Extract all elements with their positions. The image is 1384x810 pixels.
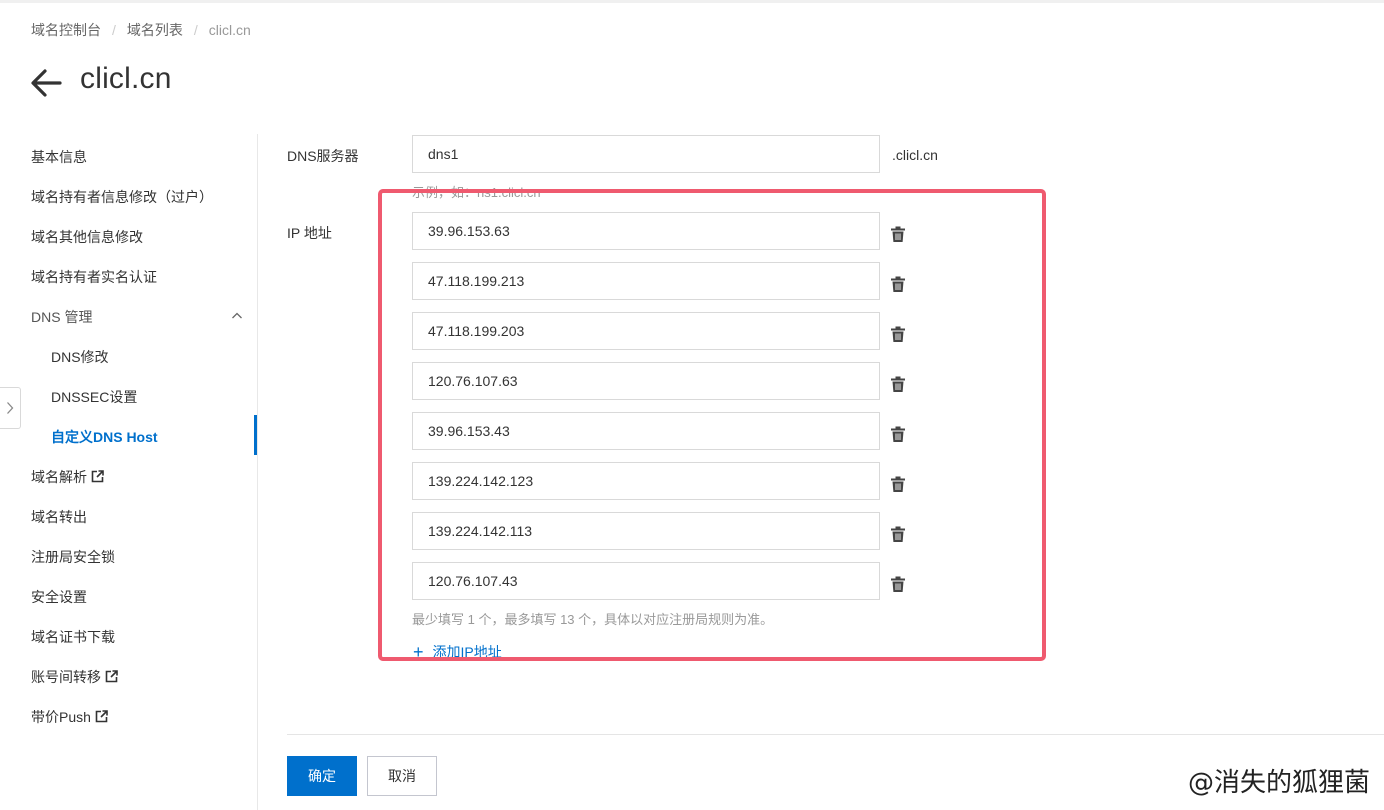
breadcrumb-domain-list[interactable]: 域名列表: [127, 20, 183, 40]
sidebar-item-certificate-download[interactable]: 域名证书下载: [31, 627, 115, 647]
active-indicator: [254, 415, 257, 455]
sidebar-item-basic-info[interactable]: 基本信息: [31, 147, 87, 167]
watermark: @消失的狐狸菌: [1187, 768, 1370, 798]
trash-icon[interactable]: [891, 476, 905, 492]
ip-input[interactable]: [412, 512, 880, 550]
sidebar-item-price-push[interactable]: 带价Push: [31, 707, 108, 727]
external-link-icon: [105, 670, 118, 683]
sidebar-item-registry-lock[interactable]: 注册局安全锁: [31, 547, 115, 567]
sidebar-item-custom-dns-host[interactable]: 自定义DNS Host: [51, 427, 158, 447]
breadcrumb: 域名控制台 / 域名列表 / clicl.cn: [31, 20, 251, 40]
sidebar-item-other-info[interactable]: 域名其他信息修改: [31, 227, 143, 247]
ip-address-label: IP 地址: [287, 225, 332, 241]
sidebar-collapse-toggle[interactable]: [0, 387, 21, 429]
ip-input[interactable]: [412, 412, 880, 450]
ip-input[interactable]: [412, 562, 880, 600]
add-ip-button[interactable]: + 添加IP地址: [413, 642, 502, 662]
external-link-icon: [91, 470, 104, 483]
add-ip-label: 添加IP地址: [432, 644, 502, 660]
dns-server-label: DNS服务器: [287, 148, 359, 164]
sidebar-item-label: 带价Push: [31, 709, 91, 725]
sidebar-item-label: 域名解析: [31, 469, 87, 485]
sidebar: 基本信息 域名持有者信息修改（过户） 域名其他信息修改 域名持有者实名认证 DN…: [0, 134, 258, 810]
cancel-button[interactable]: 取消: [367, 756, 437, 796]
ip-count-hint: 最少填写 1 个，最多填写 13 个，具体以对应注册局规则为准。: [412, 612, 774, 627]
sidebar-item-transfer-out[interactable]: 域名转出: [31, 507, 87, 527]
dns-example-hint: 示例，如：ns1.clicl.cn: [412, 185, 541, 200]
trash-icon[interactable]: [891, 576, 905, 592]
sidebar-item-dnssec[interactable]: DNSSEC设置: [51, 387, 137, 407]
ip-input[interactable]: [412, 312, 880, 350]
chevron-right-icon: [7, 402, 14, 414]
trash-icon[interactable]: [891, 376, 905, 392]
external-link-icon: [95, 710, 108, 723]
sidebar-item-domain-resolution[interactable]: 域名解析: [31, 467, 104, 487]
sidebar-item-security-settings[interactable]: 安全设置: [31, 587, 87, 607]
sidebar-item-label: 账号间转移: [31, 669, 101, 685]
plus-icon: +: [413, 642, 424, 662]
ip-input[interactable]: [412, 362, 880, 400]
trash-icon[interactable]: [891, 426, 905, 442]
footer-divider: [287, 734, 1384, 735]
ip-input[interactable]: [412, 462, 880, 500]
trash-icon[interactable]: [891, 226, 905, 242]
sidebar-item-owner-transfer[interactable]: 域名持有者信息修改（过户）: [31, 187, 213, 207]
page-title: clicl.cn: [80, 62, 172, 95]
chevron-up-icon[interactable]: [231, 310, 243, 322]
breadcrumb-domain-console[interactable]: 域名控制台: [31, 20, 101, 40]
confirm-button[interactable]: 确定: [287, 756, 357, 796]
breadcrumb-separator: /: [193, 22, 198, 38]
breadcrumb-separator: /: [112, 22, 116, 38]
ip-input[interactable]: [412, 262, 880, 300]
top-border: [0, 0, 1384, 3]
breadcrumb-current: clicl.cn: [208, 22, 251, 38]
trash-icon[interactable]: [891, 526, 905, 542]
dns-suffix: .clicl.cn: [892, 147, 938, 163]
ip-input[interactable]: [412, 212, 880, 250]
back-arrow-icon[interactable]: [30, 68, 62, 98]
sidebar-item-real-name[interactable]: 域名持有者实名认证: [31, 267, 157, 287]
sidebar-item-dns-modify[interactable]: DNS修改: [51, 347, 109, 367]
sidebar-item-account-transfer[interactable]: 账号间转移: [31, 667, 118, 687]
trash-icon[interactable]: [891, 326, 905, 342]
dns-server-input[interactable]: [412, 135, 880, 173]
sidebar-group-dns[interactable]: DNS 管理: [31, 307, 92, 327]
trash-icon[interactable]: [891, 276, 905, 292]
